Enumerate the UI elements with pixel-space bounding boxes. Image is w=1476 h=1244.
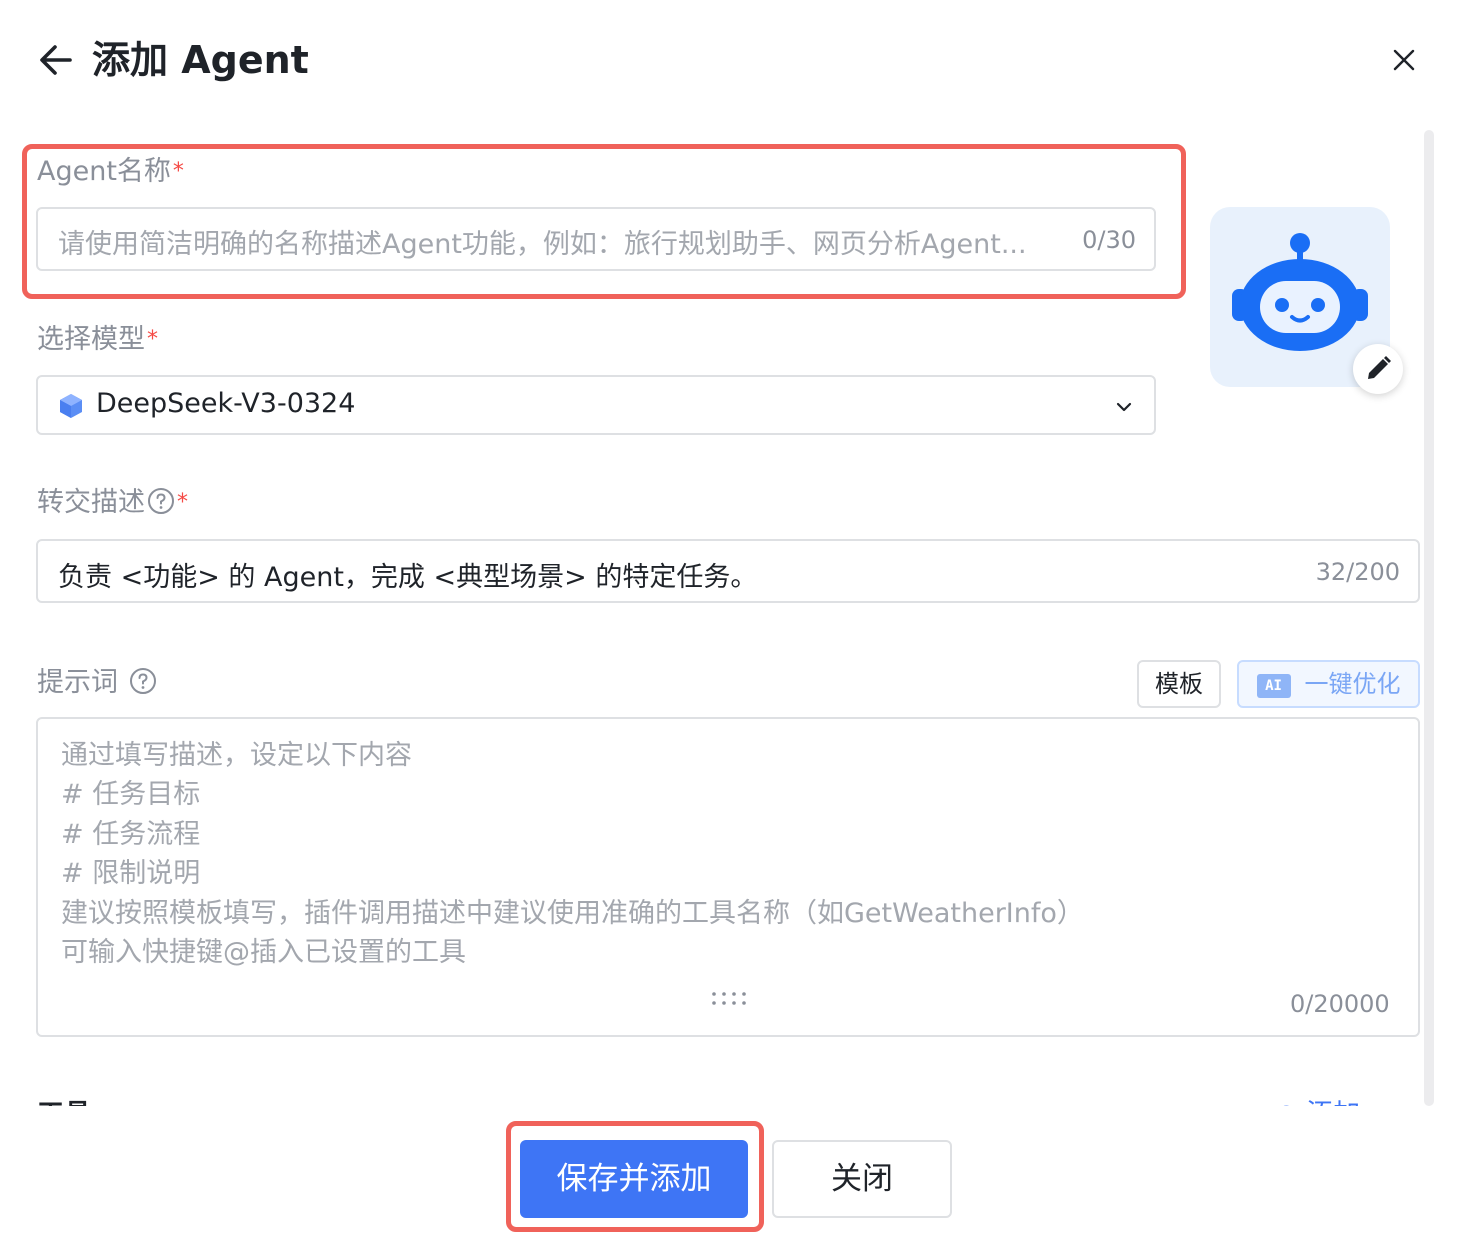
scrollbar[interactable]	[1424, 130, 1434, 1106]
prompt-placeholder-line: # 限制说明	[61, 858, 201, 890]
agent-name-placeholder: 请使用简洁明确的名称描述Agent功能，例如：旅行规划助手、网页分析Agent.…	[58, 229, 1027, 260]
close-button[interactable]: 关闭	[772, 1140, 952, 1218]
template-button[interactable]: 模板	[1137, 660, 1221, 708]
chevron-down-icon	[1116, 402, 1132, 412]
model-label: 选择模型*	[37, 323, 158, 357]
modal-header: 添加 Agent	[0, 0, 1476, 120]
agent-name-label: Agent名称*	[37, 155, 184, 189]
model-cube-icon	[60, 394, 82, 418]
handoff-value: 负责 <功能> 的 Agent，完成 <典型场景> 的特定任务。	[58, 562, 758, 593]
prompt-placeholder-line: # 任务目标	[61, 779, 201, 811]
agent-name-label-text: Agent名称	[37, 156, 171, 187]
pencil-icon	[1368, 356, 1391, 379]
help-circle-icon[interactable]	[129, 667, 157, 695]
back-arrow-icon[interactable]	[36, 40, 76, 80]
model-selected-value: DeepSeek-V3-0324	[96, 388, 356, 419]
prompt-placeholder: 通过填写描述，设定以下内容 # 任务目标 # 任务流程 # 限制说明 建议按照模…	[61, 736, 1084, 972]
model-label-text: 选择模型	[37, 324, 145, 355]
handoff-label-text: 转交描述	[37, 487, 145, 518]
agent-name-input[interactable]: 请使用简洁明确的名称描述Agent功能，例如：旅行规划助手、网页分析Agent.…	[36, 207, 1156, 271]
edit-avatar-button[interactable]	[1353, 344, 1403, 394]
prompt-counter: 0/20000	[1290, 990, 1390, 1018]
handoff-input[interactable]: 负责 <功能> 的 Agent，完成 <典型场景> 的特定任务。 32/200	[36, 539, 1420, 603]
prompt-label: 提示词	[37, 666, 157, 700]
handoff-label: 转交描述 *	[37, 486, 188, 520]
prompt-placeholder-line: 建议按照模板填写，插件调用描述中建议使用准确的工具名称（如GetWeatherI…	[61, 897, 1084, 929]
prompt-label-text: 提示词	[37, 667, 118, 698]
page-title: 添加 Agent	[92, 38, 309, 82]
required-mark: *	[177, 490, 188, 515]
handoff-counter: 32/200	[1315, 558, 1400, 586]
save-and-add-button[interactable]: 保存并添加	[520, 1140, 748, 1218]
ai-optimize-button[interactable]: AI 一键优化	[1237, 660, 1420, 708]
ai-optimize-label: 一键优化	[1304, 670, 1401, 698]
model-select[interactable]: DeepSeek-V3-0324	[36, 375, 1156, 435]
help-circle-icon[interactable]	[147, 487, 175, 515]
resize-handle-icon[interactable]	[711, 990, 747, 1008]
prompt-placeholder-line: # 任务流程	[61, 818, 201, 850]
close-icon[interactable]	[1388, 44, 1420, 76]
prompt-placeholder-line: 通过填写描述，设定以下内容	[61, 740, 412, 771]
ai-badge: AI	[1256, 674, 1291, 698]
agent-name-counter: 0/30	[1082, 226, 1136, 254]
required-mark: *	[172, 159, 184, 184]
required-mark: *	[147, 327, 158, 352]
prompt-placeholder-line: 可输入快捷键@插入已设置的工具	[61, 937, 466, 969]
